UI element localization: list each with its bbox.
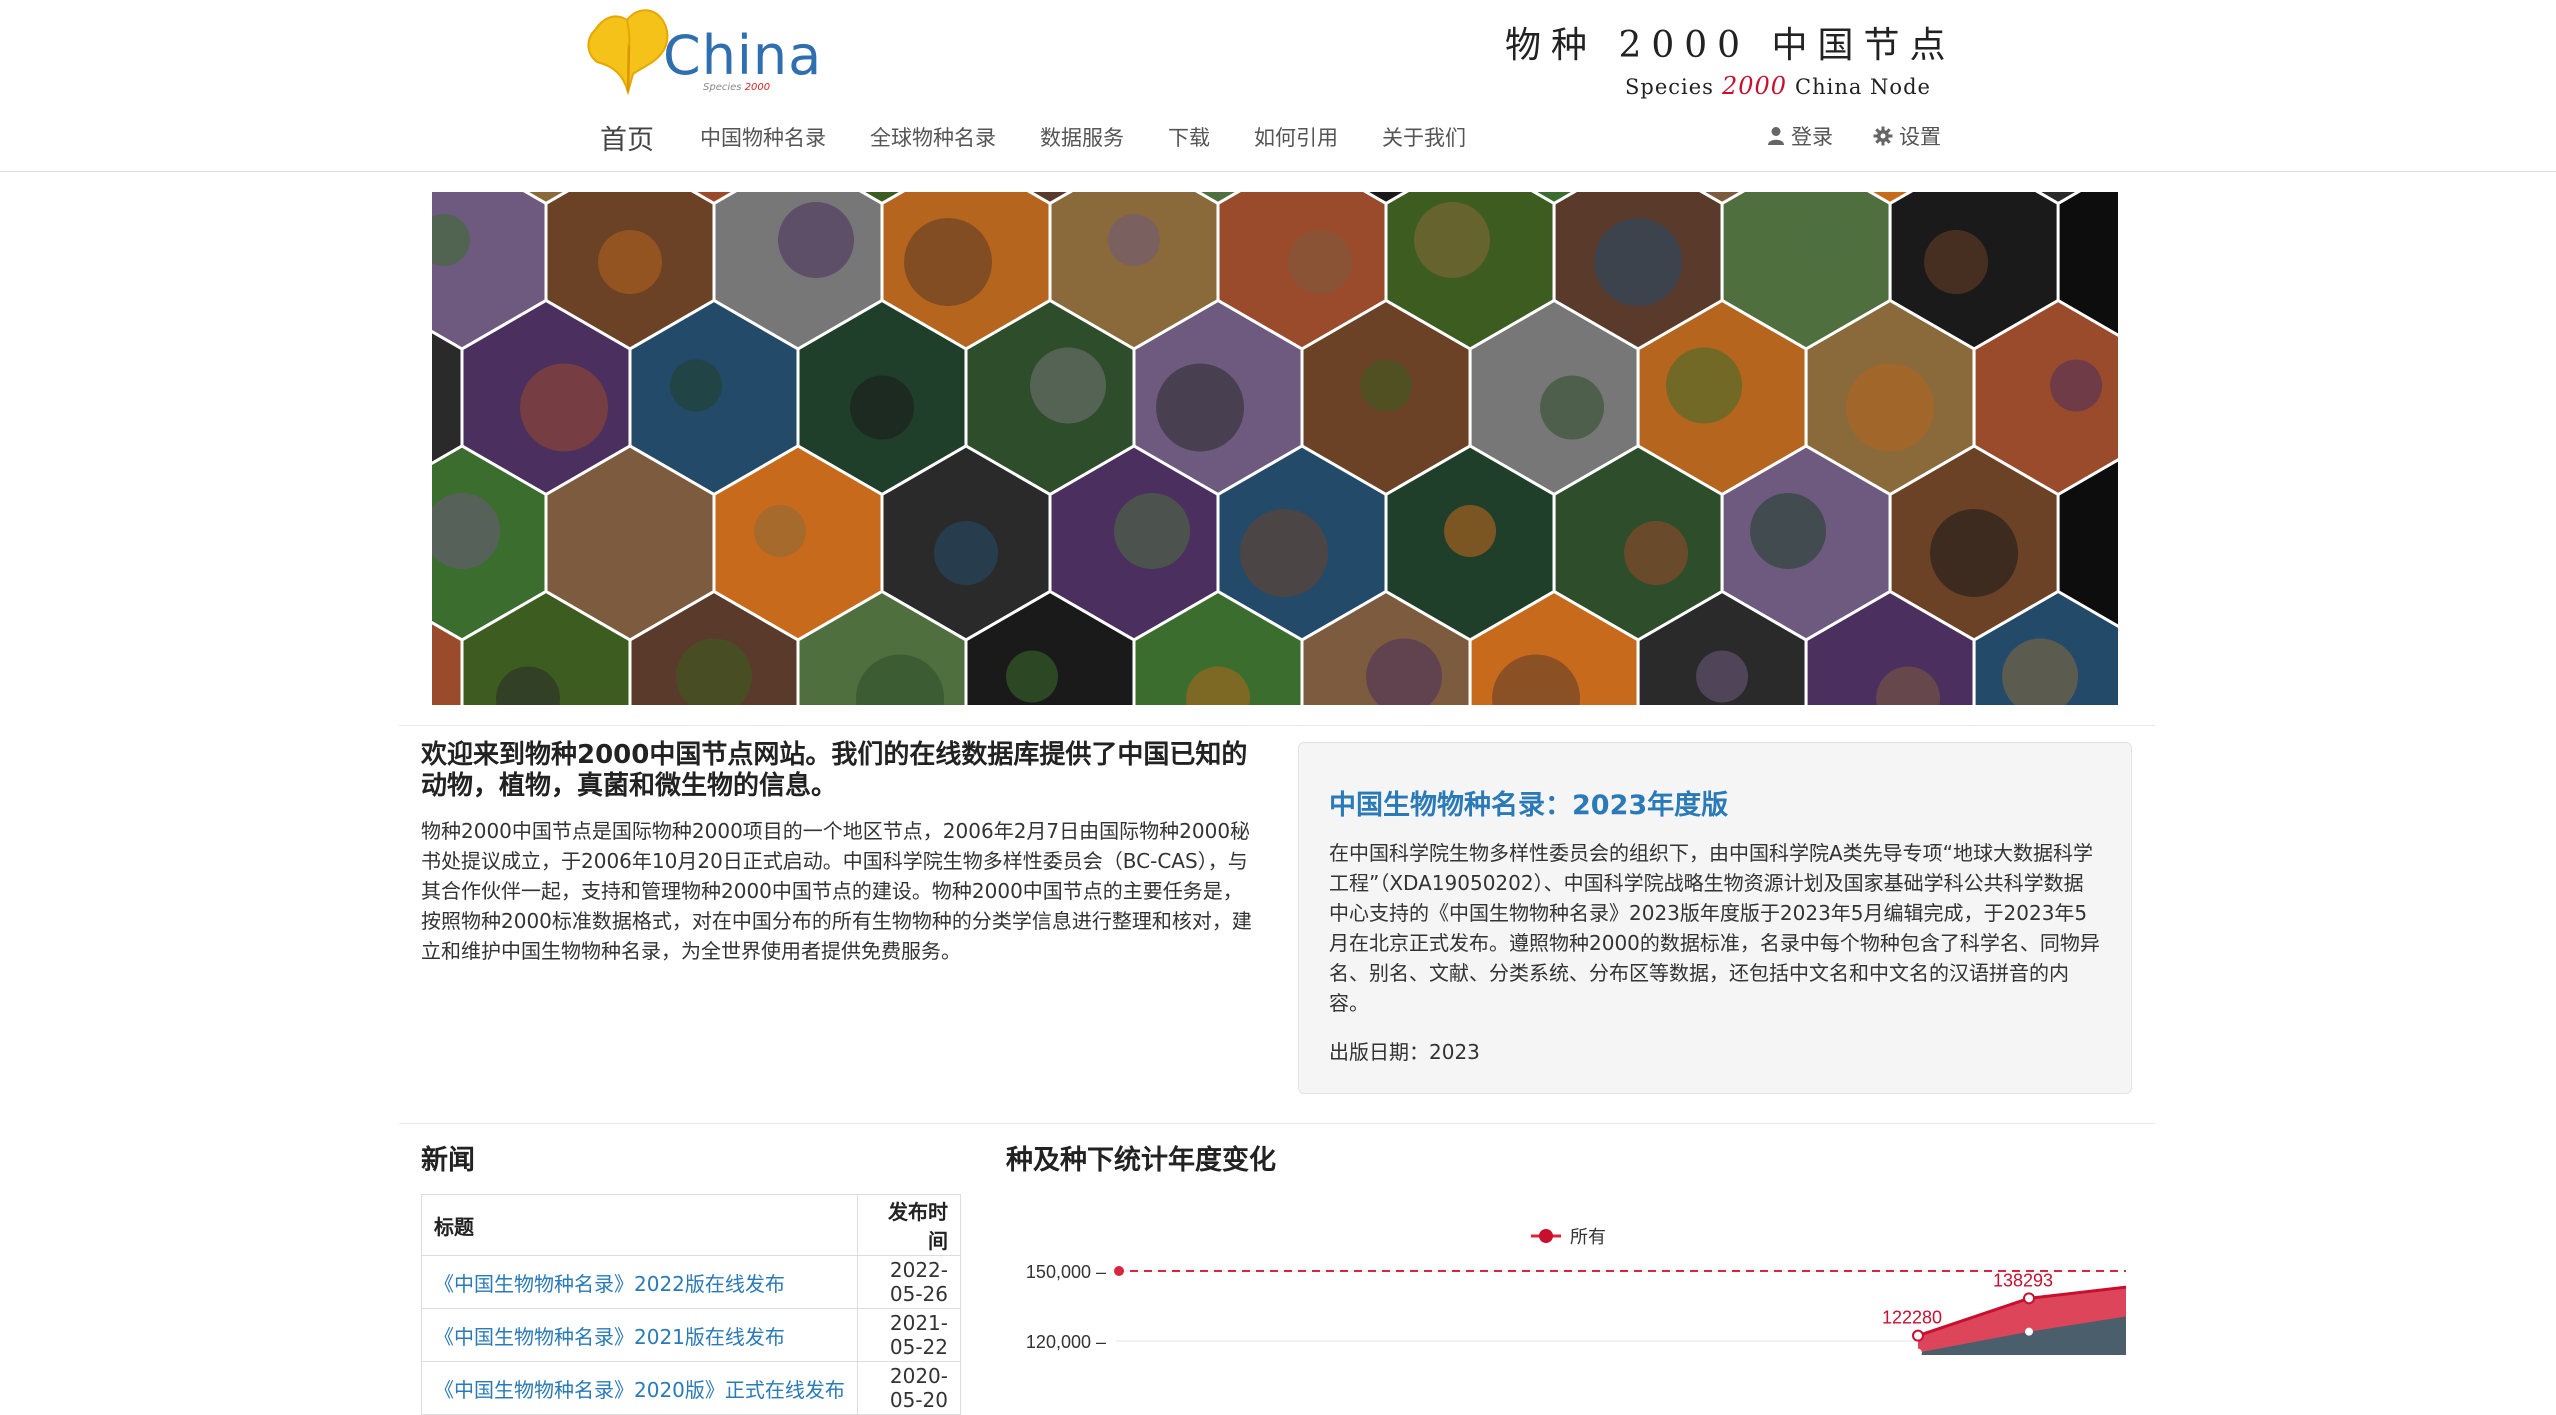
- mosaic-photo-subject: [520, 363, 609, 452]
- login-label: 登录: [1791, 125, 1833, 149]
- mosaic-photo-subject: [778, 202, 855, 278]
- mosaic-photo-subject: [1288, 230, 1353, 294]
- mosaic-photo-subject: [1444, 505, 1497, 557]
- user-nav: 登录 设置: [1767, 118, 1981, 154]
- secondary-data-point: [2025, 1327, 2033, 1336]
- table-header-row: 标题 发布时间: [421, 1194, 962, 1256]
- mosaic-photo-subject: [1414, 202, 1491, 278]
- table-row: 《中国生物物种名录》2021版在线发布 2021-05-22: [421, 1308, 962, 1362]
- column-header-date: 发布时间: [856, 1194, 962, 1256]
- ginkgo-leaf-icon: [587, 9, 669, 96]
- mosaic-photo-subject: [1624, 521, 1689, 585]
- nav-item-download[interactable]: 下载: [1168, 122, 1210, 152]
- intro-heading: 欢迎来到物种2000中国节点网站。我们的在线数据库提供了中国已知的动物，植物，真…: [421, 740, 1248, 801]
- settings-label: 设置: [1899, 125, 1941, 149]
- table-row: 《中国生物物种名录》2022版在线发布 2022-05-26: [421, 1255, 962, 1309]
- news-section: 新闻 标题 发布时间 《中国生物物种名录》2022版在线发布 2022-05-2…: [421, 1138, 962, 1415]
- mosaic-photo-subject: [598, 230, 663, 294]
- logo-subtext: Species 2000: [703, 82, 771, 93]
- gear-icon: [1873, 126, 1893, 146]
- mosaic-photo-subject: [754, 505, 807, 557]
- mosaic-photo-subject: [1114, 493, 1191, 569]
- mosaic-photo-subject: [1750, 493, 1827, 569]
- image-carousel[interactable]: [432, 192, 2118, 705]
- news-link[interactable]: 《中国生物物种名录》2020版》正式在线发布: [434, 1378, 845, 1402]
- mosaic-photo-subject: [670, 359, 723, 412]
- news-heading: 新闻: [421, 1145, 475, 1176]
- table-row: 《中国生物物种名录》2020版》正式在线发布 2020-05-20: [421, 1361, 962, 1415]
- settings-link[interactable]: 设置: [1873, 121, 1941, 151]
- species-trend-chart: 所有150,000 –120,000 –122280138293148674: [1006, 1180, 2126, 1355]
- user-icon: [1768, 127, 1784, 145]
- plot-band-marker: [1114, 1266, 1124, 1276]
- mosaic-photo-subject: [934, 521, 999, 585]
- release-card: 中国生物物种名录：2023年度版 在中国科学院生物多样性委员会的组织下，由中国科…: [1298, 742, 2132, 1094]
- mosaic-photo-subject: [1006, 650, 1059, 703]
- divider: [399, 725, 2155, 726]
- data-point: [2023, 1292, 2035, 1305]
- main-nav: 首页 中国物种名录 全球物种名录 数据服务 下载 如何引用 关于我们: [600, 112, 1510, 162]
- mosaic-photo-subject: [1156, 363, 1245, 452]
- news-date: 2022-05-26: [856, 1255, 962, 1309]
- nav-item-home[interactable]: 首页: [600, 118, 654, 157]
- data-label: 122280: [1882, 1308, 1942, 1328]
- mosaic-photo-subject: [2050, 359, 2103, 412]
- mosaic-photo-subject: [1240, 509, 1329, 597]
- data-label: 138293: [1993, 1270, 2053, 1290]
- y-tick-label: 150,000 –: [1026, 1262, 1106, 1282]
- nav-item-global-catalog[interactable]: 全球物种名录: [870, 122, 996, 152]
- news-link[interactable]: 《中国生物物种名录》2021版在线发布: [434, 1325, 785, 1349]
- species-photo-mosaic: [432, 192, 2118, 705]
- y-tick-label: 120,000 –: [1026, 1332, 1106, 1352]
- news-table: 标题 发布时间 《中国生物物种名录》2022版在线发布 2022-05-26 《…: [421, 1194, 962, 1415]
- legend-label: 所有: [1570, 1227, 1606, 1247]
- chart-title: 种及种下统计年度变化: [1006, 1145, 1276, 1176]
- data-point: [1912, 1329, 1924, 1342]
- legend-marker: [1539, 1229, 1553, 1243]
- mosaic-photo-subject: [904, 218, 993, 306]
- login-link[interactable]: 登录: [1767, 121, 1833, 151]
- brand-title-cn: 物种 2000 中国节点: [1505, 25, 1956, 66]
- mosaic-photo-subject: [1540, 375, 1605, 440]
- release-pub-date: 出版日期：2023: [1329, 1040, 1480, 1064]
- news-link[interactable]: 《中国生物物种名录》2022版在线发布: [434, 1272, 785, 1296]
- mosaic-photo-subject: [1030, 347, 1107, 424]
- mosaic-photo-subject: [1798, 214, 1851, 266]
- site-logo[interactable]: China Species 2000: [583, 4, 821, 96]
- news-date: 2020-05-20: [856, 1361, 962, 1415]
- mosaic-photo-subject: [1924, 230, 1989, 294]
- intro-body: 物种2000中国节点是国际物种2000项目的一个地区节点，2006年2月7日由国…: [421, 819, 1252, 963]
- intro-section: 欢迎来到物种2000中国节点网站。我们的在线数据库提供了中国已知的动物，植物，真…: [421, 740, 1261, 966]
- release-body: 在中国科学院生物多样性委员会的组织下，由中国科学院A类先导专项“地球大数据科学工…: [1329, 841, 2100, 1015]
- chart-svg: 所有150,000 –120,000 –122280138293148674: [1026, 1227, 2126, 1355]
- mosaic-photo-subject: [604, 509, 693, 597]
- mosaic-photo-subject: [1696, 650, 1749, 703]
- column-header-title: 标题: [421, 1194, 858, 1256]
- mosaic-photo-subject: [850, 375, 915, 440]
- nav-item-about[interactable]: 关于我们: [1382, 122, 1466, 152]
- mosaic-photo-subject: [1930, 509, 2019, 597]
- logo-text: China: [663, 24, 823, 87]
- brand-banner: 物种 2000 中国节点 Species 2000 China Node: [1505, 16, 1956, 100]
- release-title[interactable]: 中国生物物种名录：2023年度版: [1329, 783, 2103, 822]
- news-date: 2021-05-22: [856, 1308, 962, 1362]
- divider: [399, 1123, 2155, 1124]
- brand-title-en: Species 2000 China Node: [1625, 72, 1931, 100]
- mosaic-photo-subject: [1666, 347, 1743, 424]
- nav-item-data-service[interactable]: 数据服务: [1040, 122, 1124, 152]
- mosaic-photo-subject: [1594, 218, 1683, 306]
- mosaic-photo-subject: [1108, 214, 1161, 266]
- nav-item-citation[interactable]: 如何引用: [1254, 122, 1338, 152]
- nav-item-china-catalog[interactable]: 中国物种名录: [700, 122, 826, 152]
- mosaic-photo-subject: [1846, 363, 1935, 452]
- mosaic-photo-subject: [1360, 359, 1413, 412]
- site-header: China Species 2000 物种 2000 中国节点 Species 2…: [0, 0, 2556, 172]
